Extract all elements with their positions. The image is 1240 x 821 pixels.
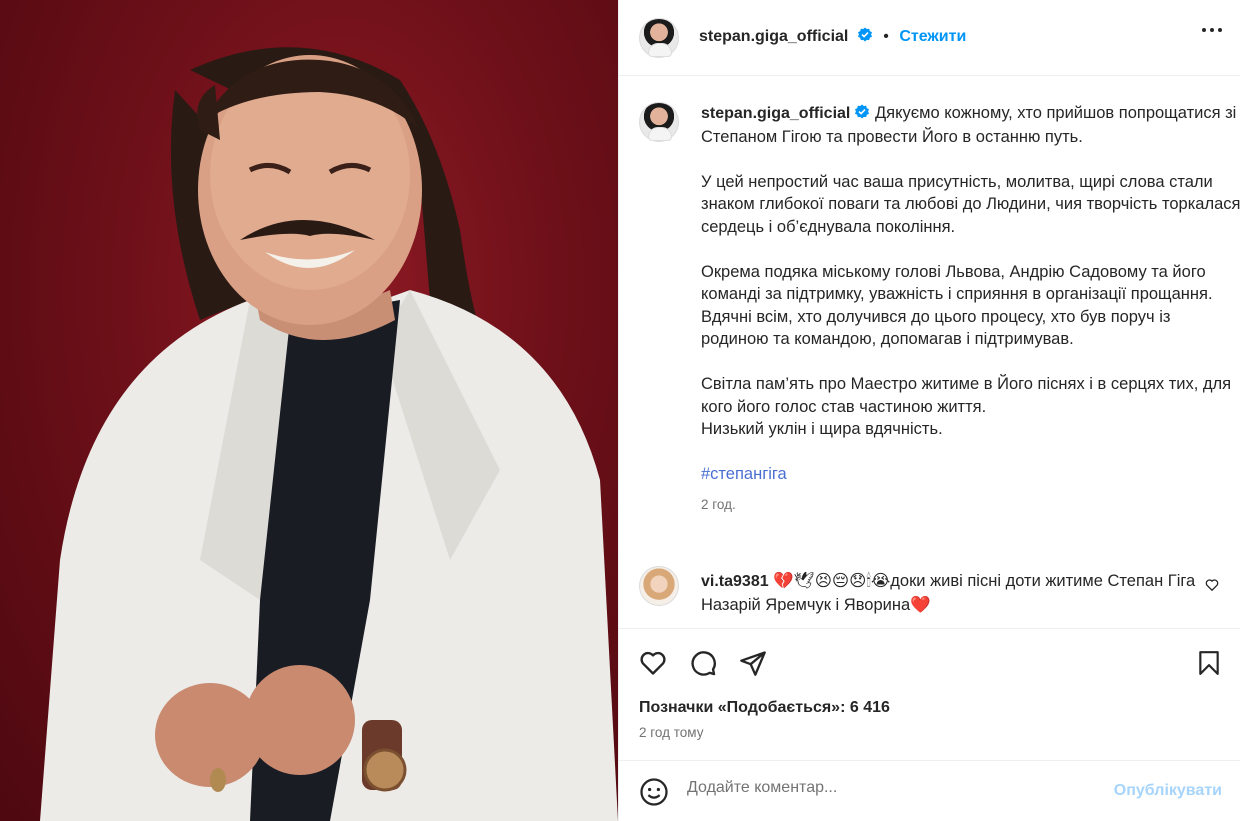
post-header: stepan.giga_official • Стежити [619,0,1240,76]
commenter-username[interactable]: vi.ta9381 [701,573,769,590]
add-comment-bar: Опублікувати [619,760,1240,821]
caption-timestamp[interactable]: 2 год. [701,494,1240,517]
caption-closing-line: Низький уклін і щира вдячність. [701,420,943,438]
comment-icon[interactable] [689,649,717,677]
heart-icon[interactable] [639,649,667,677]
caption-paragraph-3: Окрема подяка міському голові Львова, Ан… [701,262,1213,349]
portrait-illustration [40,47,618,821]
author-avatar[interactable] [639,18,679,58]
post-photo [0,0,618,821]
more-options-icon[interactable] [1202,28,1222,32]
caption-username[interactable]: stepan.giga_official [701,105,850,122]
caption-paragraph-2: У цей непростий час ваша присутність, мо… [701,172,1240,236]
header-username[interactable]: stepan.giga_official [699,28,848,45]
comment-input[interactable] [687,779,1087,797]
header-separator: • [883,28,889,45]
caption-author-avatar[interactable] [639,102,679,142]
share-icon[interactable] [739,649,767,677]
comment-text: vi.ta9381 💔🕊😣😔😞🕯😭доки живі пісні доти жи… [701,570,1201,616]
publish-button[interactable]: Опублікувати [1114,782,1222,800]
post-side-panel: stepan.giga_official • Стежити stepan.gi… [618,0,1240,821]
commenter-avatar[interactable] [639,566,679,606]
emoji-icon[interactable] [639,777,669,807]
post-time[interactable]: 2 год тому [639,725,703,740]
header-author-row: stepan.giga_official • Стежити [699,27,966,46]
bookmark-icon[interactable] [1196,649,1222,677]
follow-button[interactable]: Стежити [899,28,966,45]
post-actions: Позначки «Подобається»: 6 416 2 год тому [619,628,1240,768]
hashtag-link[interactable]: #степангіга [701,465,787,483]
comment-body: 💔🕊😣😔😞🕯😭доки живі пісні доти житиме Степа… [701,572,1196,614]
caption-text: stepan.giga_official Дякуємо кожному, хт… [701,102,1240,516]
verified-badge-icon [857,27,872,42]
likes-count[interactable]: Позначки «Подобається»: 6 416 [639,699,890,717]
caption-paragraph-4: Світла пам’ять про Маестро житиме в Його… [701,375,1232,416]
comment-like-heart-icon[interactable] [1205,578,1219,592]
verified-badge-icon [855,104,870,119]
